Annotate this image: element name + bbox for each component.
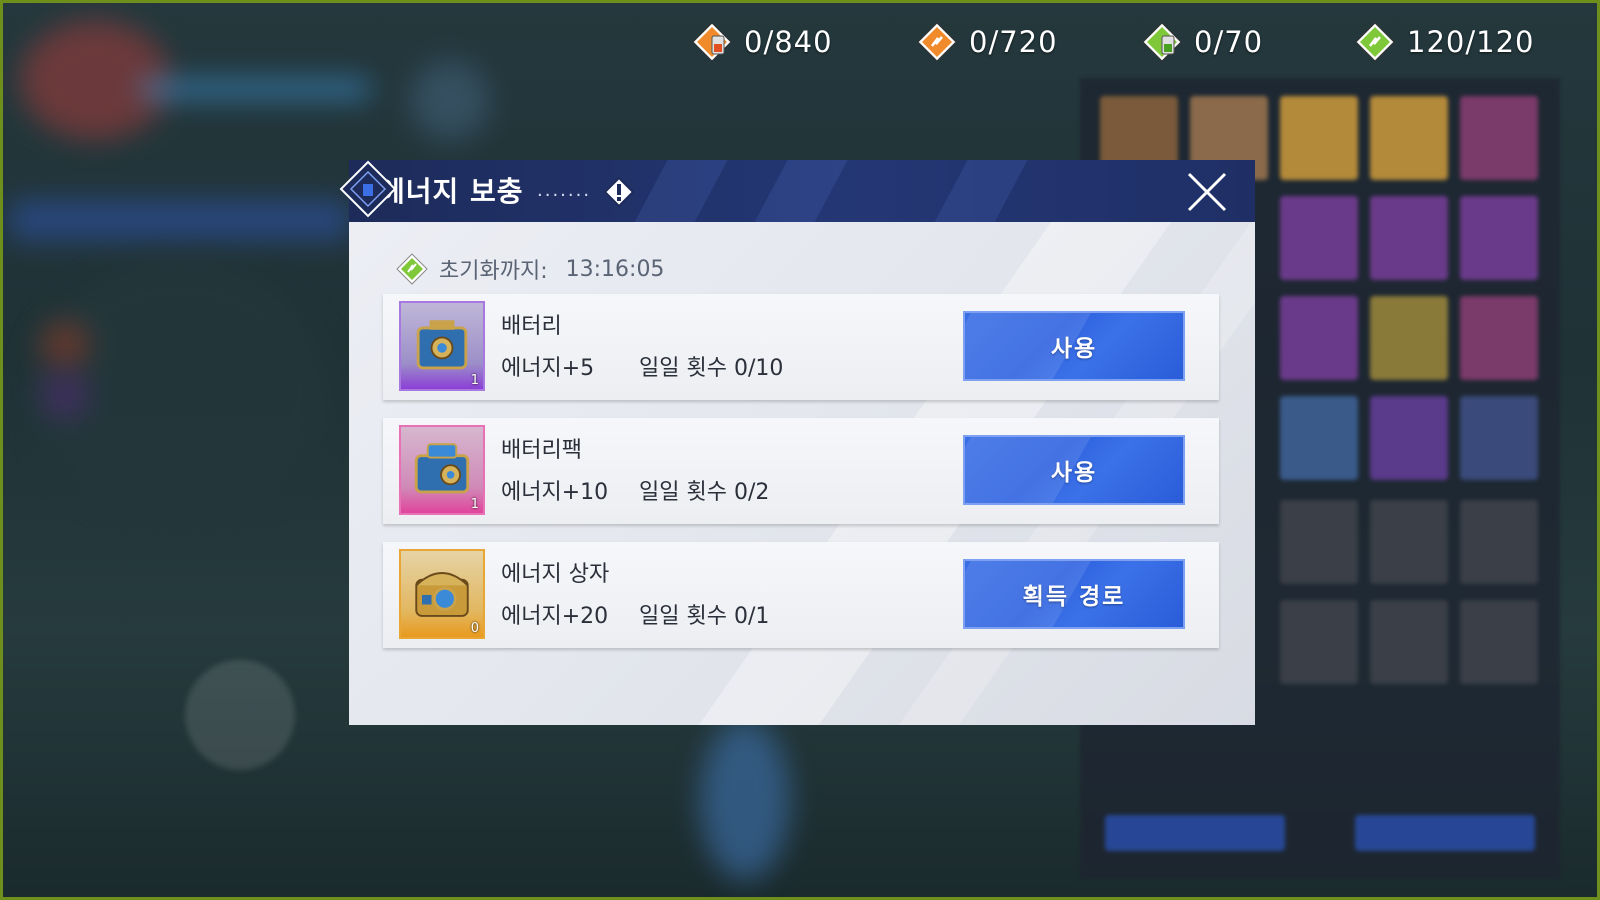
list-item: 0 에너지 상자 에너지+20 일일 횟수 0/1 획득 경로 <box>383 542 1219 648</box>
green-energy-ticket-icon <box>1355 22 1395 62</box>
item-thumbnail: 1 <box>399 425 485 515</box>
resource-value: 0/720 <box>969 25 1058 59</box>
item-name: 배터리팩 <box>501 438 582 463</box>
reset-time: 13:16:05 <box>565 256 665 282</box>
acquisition-path-button-label: 획득 경로 <box>1022 584 1126 610</box>
use-button[interactable]: 사용 <box>963 435 1185 505</box>
dialog-title: 에너지 보충 <box>379 175 524 208</box>
acquisition-path-button[interactable]: 획득 경로 <box>963 559 1185 629</box>
resource-green-battery[interactable]: 0/70 <box>1140 20 1263 64</box>
item-quantity: 1 <box>470 497 479 512</box>
use-button-label: 사용 <box>1050 460 1098 486</box>
virtual-joystick <box>185 660 295 770</box>
item-daily-limit: 일일 횟수 0/1 <box>639 604 770 629</box>
title-dots: ....... <box>537 180 592 201</box>
green-battery-icon <box>1142 22 1182 62</box>
resource-value: 120/120 <box>1407 25 1535 59</box>
item-thumbnail: 1 <box>399 301 485 391</box>
warning-icon <box>603 176 635 208</box>
orange-energy-ticket-icon <box>917 22 957 62</box>
resource-orange-ticket[interactable]: 0/720 <box>915 20 1058 64</box>
item-energy: 에너지+20 <box>501 604 609 629</box>
energy-refill-dialog: 에너지 보충 ....... 초기화까지: 13:16:05 1 배터리 에너지… <box>339 160 1255 725</box>
item-daily-limit: 일일 횟수 0/2 <box>639 480 770 505</box>
list-item: 1 배터리팩 에너지+10 일일 횟수 0/2 사용 <box>383 418 1219 524</box>
resource-orange-battery[interactable]: 0/840 <box>690 20 833 64</box>
resource-green-ticket[interactable]: 120/120 <box>1353 20 1534 64</box>
item-energy: 에너지+10 <box>501 480 609 505</box>
dialog-header: 에너지 보충 ....... <box>349 160 1255 222</box>
item-quantity: 0 <box>470 621 479 636</box>
item-energy: 에너지+5 <box>501 356 595 381</box>
item-name: 배터리 <box>501 314 562 339</box>
reset-timer: 초기화까지: 13:16:05 <box>395 252 664 286</box>
resource-value: 0/70 <box>1194 25 1264 59</box>
use-button-label: 사용 <box>1050 336 1098 362</box>
close-button[interactable] <box>1181 166 1233 218</box>
green-energy-ticket-icon <box>396 253 428 285</box>
list-item: 1 배터리 에너지+5 일일 횟수 0/10 사용 <box>383 294 1219 400</box>
item-daily-limit: 일일 횟수 0/10 <box>639 356 784 381</box>
item-name: 에너지 상자 <box>501 562 610 587</box>
resource-value: 0/840 <box>744 25 833 59</box>
orange-battery-icon <box>692 22 732 62</box>
dialog-emblem-icon <box>339 160 397 218</box>
item-quantity: 1 <box>470 373 479 388</box>
use-button[interactable]: 사용 <box>963 311 1185 381</box>
reset-label: 초기화까지: <box>439 259 548 284</box>
item-thumbnail: 0 <box>399 549 485 639</box>
